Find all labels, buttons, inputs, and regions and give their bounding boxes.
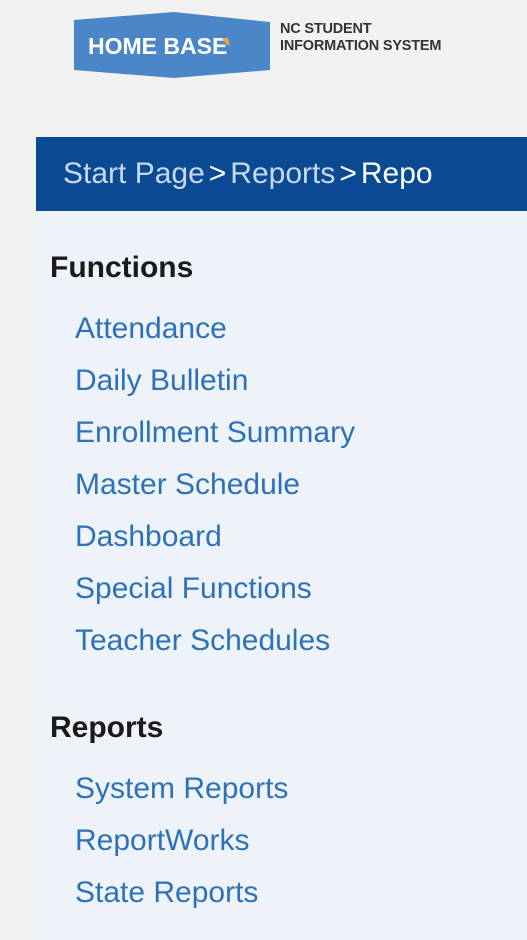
breadcrumb-bar: Start Page > Reports > Repo xyxy=(36,137,527,211)
breadcrumb-separator: > xyxy=(208,157,227,190)
breadcrumb-separator: > xyxy=(339,157,357,190)
link-reportworks[interactable]: ReportWorks xyxy=(75,824,250,858)
logo-subtitle: NC STUDENT INFORMATION SYSTEM xyxy=(280,21,441,55)
link-dashboard[interactable]: Dashboard xyxy=(75,520,222,554)
link-special-functions[interactable]: Special Functions xyxy=(75,572,312,606)
breadcrumb-start-page[interactable]: Start Page xyxy=(63,157,205,190)
navigation-panel: Functions Attendance Daily Bulletin Enro… xyxy=(36,211,527,940)
logo-subtitle-line-1: NC STUDENT xyxy=(280,21,372,37)
home-base-logo-badge: HOME BASE xyxy=(74,12,270,78)
link-system-reports[interactable]: System Reports xyxy=(75,772,288,806)
header: HOME BASE NC STUDENT INFORMATION SYSTEM xyxy=(0,0,527,135)
link-state-reports[interactable]: State Reports xyxy=(75,876,258,910)
link-attendance[interactable]: Attendance xyxy=(75,312,227,346)
breadcrumb-reports[interactable]: Reports xyxy=(230,157,335,190)
breadcrumb: Start Page > Reports > Repo xyxy=(63,157,433,191)
link-daily-bulletin[interactable]: Daily Bulletin xyxy=(75,364,248,398)
breadcrumb-current-page: Repo xyxy=(360,157,433,190)
link-enrollment-summary[interactable]: Enrollment Summary xyxy=(75,416,355,450)
logo-subtitle-line-2: INFORMATION SYSTEM xyxy=(280,38,442,54)
home-base-logo[interactable]: HOME BASE xyxy=(74,12,274,78)
link-teacher-schedules[interactable]: Teacher Schedules xyxy=(75,624,330,658)
link-master-schedule[interactable]: Master Schedule xyxy=(75,468,300,502)
functions-heading: Functions xyxy=(50,251,194,284)
logo-wordmark: HOME BASE xyxy=(88,33,227,59)
reports-heading: Reports xyxy=(50,711,164,744)
